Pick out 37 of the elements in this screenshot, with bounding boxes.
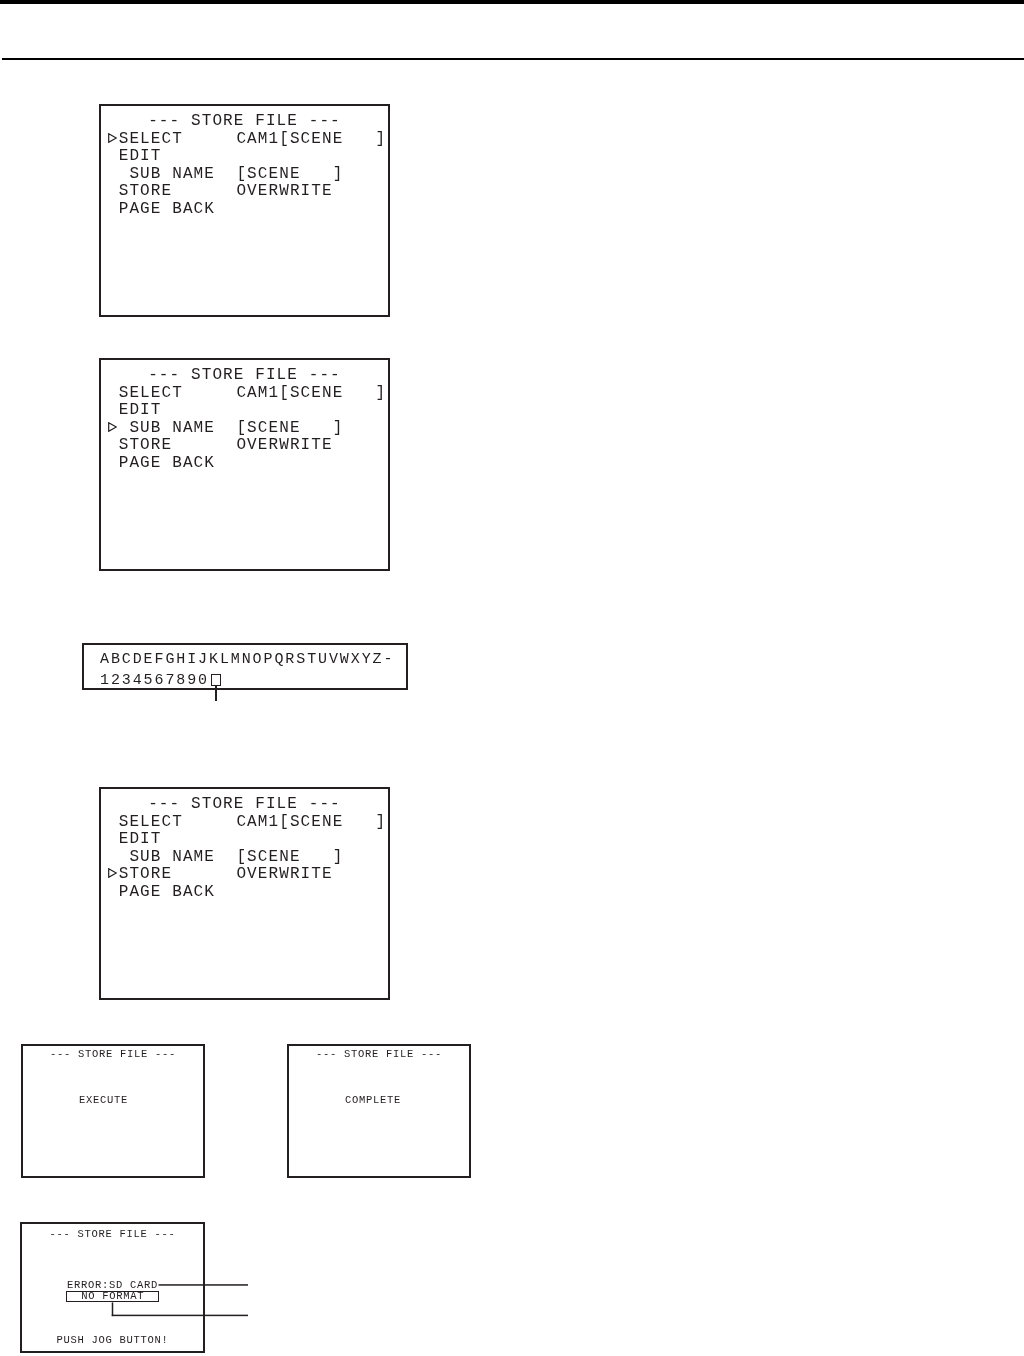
menu-value: OVERWRITE: [236, 182, 333, 200]
menu-label: STORE: [118, 865, 173, 883]
menu-value: CAM1[SCENE ]: [236, 383, 387, 402]
menu-label: SELECT: [118, 812, 183, 831]
message-text: EXECUTE: [79, 1093, 128, 1106]
menu-label: SELECT: [118, 383, 183, 402]
error-text: ERROR:SD CARD: [67, 1278, 158, 1291]
screen-title: --- STORE FILE ---: [148, 795, 341, 813]
menu-value: OVERWRITE: [236, 865, 333, 883]
menu-label: SUB NAME: [129, 847, 215, 866]
menu-label: SUB NAME: [129, 418, 215, 437]
menu-value: OVERWRITE: [236, 436, 333, 454]
menu-value: [SCENE ]: [236, 847, 344, 866]
menu-value: [SCENE ]: [236, 418, 344, 437]
screen-title: --- STORE FILE ---: [49, 1228, 176, 1240]
prompt-text: PUSH JOG BUTTON!: [56, 1333, 169, 1346]
menu-label: EDIT: [118, 830, 162, 848]
menu-label: SELECT: [118, 129, 183, 148]
menu-label: PAGE BACK: [118, 882, 215, 901]
message-text: COMPLETE: [345, 1093, 401, 1106]
menu-label: PAGE BACK: [118, 453, 215, 472]
menu-label: PAGE BACK: [118, 199, 215, 218]
palette-characters: ABCDEFGHIJKLMNOPQRSTUVWXYZ-: [100, 651, 395, 668]
screen-title: --- STORE FILE ---: [148, 112, 341, 130]
menu-value: CAM1[SCENE ]: [236, 129, 387, 148]
menu-label: EDIT: [118, 147, 162, 165]
menu-label: STORE: [118, 436, 173, 454]
screen-title: --- STORE FILE ---: [148, 366, 341, 384]
error-text: NO FORMAT: [66, 1291, 159, 1303]
palette-characters: 1234567890: [100, 672, 209, 689]
screen-title: --- STORE FILE ---: [50, 1048, 176, 1060]
menu-label: EDIT: [118, 401, 162, 419]
menu-label: STORE: [118, 182, 173, 200]
menu-label: SUB NAME: [129, 164, 215, 183]
screen-title: --- STORE FILE ---: [316, 1048, 442, 1060]
menu-value: [SCENE ]: [236, 164, 344, 183]
menu-value: CAM1[SCENE ]: [236, 812, 387, 831]
